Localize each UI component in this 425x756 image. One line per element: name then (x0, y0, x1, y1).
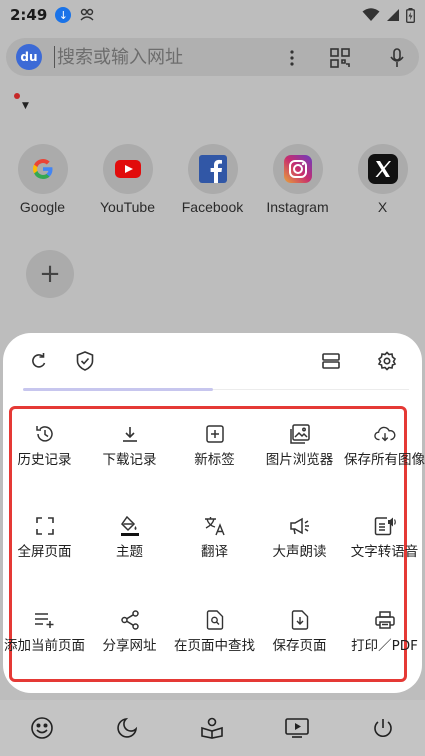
megaphone-icon (289, 515, 311, 537)
layout-icon[interactable] (319, 349, 343, 373)
menu-item-label: 翻译 (201, 544, 228, 560)
x-icon (357, 144, 408, 194)
translate-icon (204, 515, 226, 537)
menu-tab-bar (3, 333, 422, 389)
battery-icon (406, 7, 415, 23)
menu-item-print-pdf[interactable]: 打印／PDF (342, 609, 425, 654)
menu-item-fullscreen[interactable]: 全屏页面 (2, 515, 87, 560)
profile-dot (14, 93, 20, 99)
shortcut-label: Google (19, 199, 66, 215)
shortcut-label: YouTube (99, 199, 155, 215)
share-icon (119, 609, 141, 631)
menu-item-new-tab[interactable]: 新标签 (172, 423, 257, 468)
download-notification-icon: ↓ (55, 7, 72, 23)
menu-item-label: 打印／PDF (351, 638, 418, 654)
search-bar: du (6, 38, 419, 76)
reader-icon[interactable] (199, 715, 225, 741)
menu-item-label: 添加当前页面 (4, 638, 85, 654)
shortcut-label: Facebook (181, 199, 244, 215)
playlist-add-icon (34, 609, 56, 631)
menu-item-share-url[interactable]: 分享网址 (87, 609, 172, 654)
fullscreen-icon (34, 515, 56, 537)
shield-icon[interactable] (73, 349, 97, 373)
menu-item-save-all-images[interactable]: 保存所有图像 (342, 423, 425, 468)
menu-item-downloads[interactable]: 下载记录 (87, 423, 172, 468)
menu-item-label: 主题 (116, 544, 143, 560)
menu-item-label: 新标签 (194, 452, 235, 468)
add-shortcut-button[interactable]: + (26, 250, 74, 298)
cloud-download-icon (373, 423, 396, 445)
smile-icon[interactable] (29, 715, 55, 741)
youtube-icon (102, 144, 153, 194)
menu-item-label: 分享网址 (102, 638, 157, 654)
tab-divider (213, 389, 409, 390)
menu-item-translate[interactable]: 翻译 (172, 515, 257, 560)
mic-icon[interactable] (386, 47, 408, 69)
baidu-logo-text: du (20, 50, 38, 64)
menu-item-label: 保存所有图像 (344, 452, 425, 468)
shortcut-instagram[interactable]: Instagram (255, 144, 340, 215)
history-icon (34, 423, 56, 445)
find-in-page-icon (204, 609, 226, 631)
shortcut-grid: Google YouTube Facebook Instagram X (0, 144, 425, 215)
shortcut-youtube[interactable]: YouTube (85, 144, 170, 215)
status-bar: 2:49 ↓ (0, 0, 425, 30)
facebook-icon (187, 144, 238, 194)
menu-item-add-current-page[interactable]: 添加当前页面 (2, 609, 87, 654)
moon-icon[interactable] (114, 715, 140, 741)
paint-bucket-icon (119, 515, 141, 537)
menu-item-read-aloud[interactable]: 大声朗读 (257, 515, 342, 560)
status-time: 2:49 (10, 6, 48, 24)
shortcut-x[interactable]: X (340, 144, 425, 215)
download-icon (119, 423, 141, 445)
menu-item-history[interactable]: 历史记录 (2, 423, 87, 468)
print-icon (374, 609, 396, 631)
more-vert-icon[interactable] (281, 47, 303, 69)
menu-item-save-page[interactable]: 保存页面 (257, 609, 342, 654)
text-to-speech-icon (374, 515, 396, 537)
new-tab-icon (204, 423, 226, 445)
plus-icon: + (39, 259, 61, 289)
chevron-down-icon: ▼ (22, 101, 29, 111)
menu-item-label: 在页面中查找 (174, 638, 255, 654)
tab-indicator (23, 388, 213, 391)
tv-play-icon[interactable] (284, 715, 310, 741)
menu-item-find-in-page[interactable]: 在页面中查找 (172, 609, 257, 654)
qr-scan-icon[interactable] (329, 47, 351, 69)
menu-item-label: 保存页面 (272, 638, 327, 654)
menu-item-label: 大声朗读 (272, 544, 327, 560)
menu-item-label: 全屏页面 (17, 544, 72, 560)
instagram-icon (272, 144, 323, 194)
profile-switcher[interactable]: ▼ (14, 93, 29, 111)
menu-item-label: 文字转语音 (350, 544, 419, 560)
shortcut-facebook[interactable]: Facebook (170, 144, 255, 215)
image-viewer-icon (289, 423, 311, 445)
menu-item-text-to-speech[interactable]: 文字转语音 (342, 515, 425, 560)
menu-grid: 历史记录 下载记录 新标签 图片浏览器 保存所有图像 全屏页面 主题 翻译 大声… (4, 409, 425, 679)
menu-item-label: 下载记录 (102, 452, 157, 468)
google-icon (17, 144, 68, 194)
menu-grid-highlight: 历史记录 下载记录 新标签 图片浏览器 保存所有图像 全屏页面 主题 翻译 大声… (4, 406, 425, 682)
search-input[interactable] (54, 46, 282, 68)
baidu-logo-icon[interactable]: du (16, 44, 42, 70)
menu-item-image-viewer[interactable]: 图片浏览器 (257, 423, 342, 468)
refresh-icon[interactable] (27, 349, 51, 373)
menu-item-label: 图片浏览器 (265, 452, 334, 468)
bottom-nav (0, 700, 425, 756)
shortcut-label: X (377, 199, 388, 215)
pilot-icon (79, 8, 95, 22)
shortcut-google[interactable]: Google (0, 144, 85, 215)
browser-menu-sheet: 历史记录 下载记录 新标签 图片浏览器 保存所有图像 全屏页面 主题 翻译 大声… (3, 333, 425, 693)
save-page-icon (289, 609, 311, 631)
shortcut-label: Instagram (266, 199, 329, 215)
menu-item-label: 历史记录 (17, 452, 72, 468)
cellular-icon (386, 8, 400, 22)
power-icon[interactable] (370, 715, 396, 741)
settings-icon[interactable] (375, 349, 399, 373)
menu-item-theme[interactable]: 主题 (87, 515, 172, 560)
wifi-icon (362, 8, 380, 22)
